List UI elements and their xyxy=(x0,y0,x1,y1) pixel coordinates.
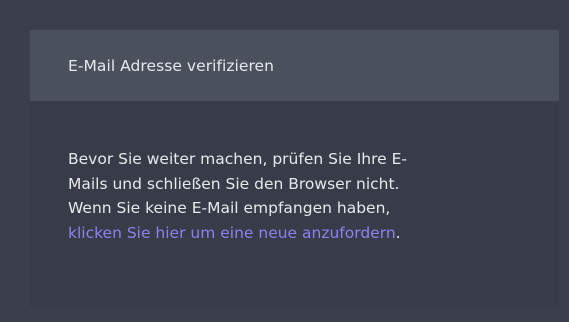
resend-line: klicken Sie hier um eine neue anzuforder… xyxy=(68,221,521,246)
card-title: E-Mail Adresse verifizieren xyxy=(68,56,275,75)
resend-verification-link[interactable]: klicken Sie hier um eine neue anzuforder… xyxy=(68,224,396,242)
link-suffix: . xyxy=(395,223,401,242)
card-header: E-Mail Adresse verifizieren xyxy=(30,30,559,101)
body-text-line-2: Mails und schließen Sie den Browser nich… xyxy=(68,174,400,193)
body-text-line-3: Wenn Sie keine E-Mail empfangen haben, xyxy=(68,199,391,217)
card-body: Bevor Sie weiter machen, prüfen Sie Ihre… xyxy=(30,101,559,245)
body-text-line-1: Bevor Sie weiter machen, prüfen Sie Ihre… xyxy=(68,150,407,168)
verify-email-card: E-Mail Adresse verifizieren Bevor Sie we… xyxy=(30,30,559,307)
